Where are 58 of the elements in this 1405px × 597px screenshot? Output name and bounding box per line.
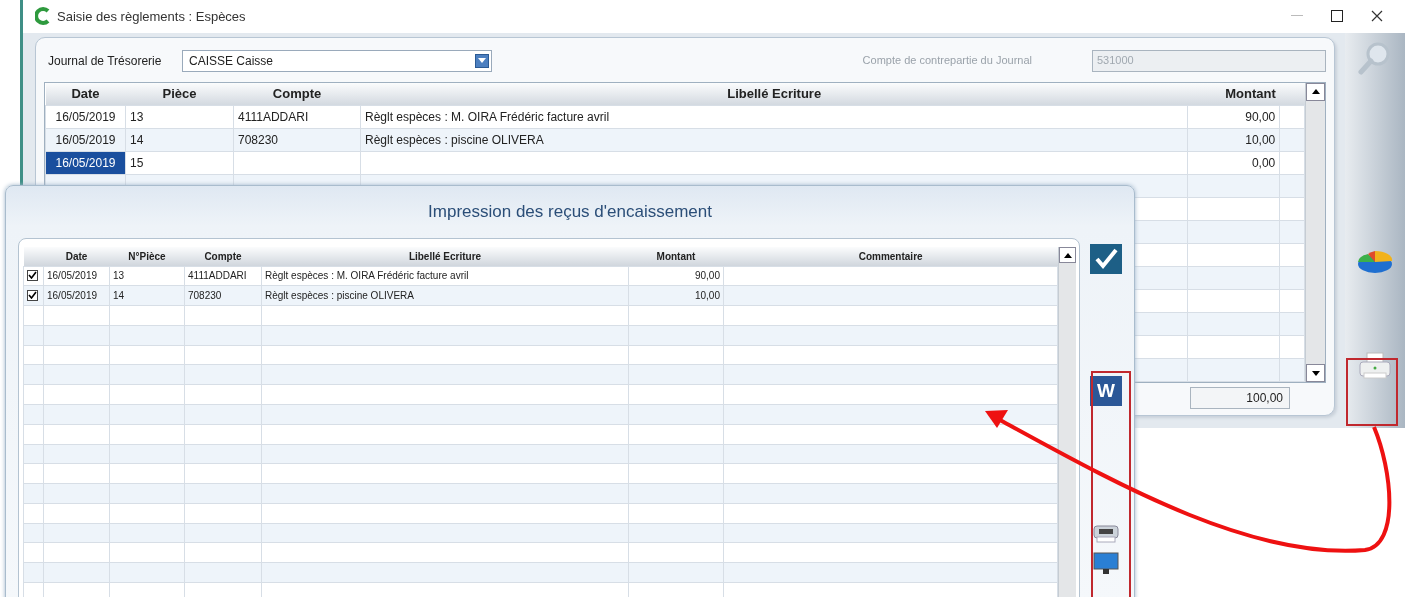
dialog-title: Impression des reçus d'encaissement xyxy=(428,201,712,224)
table-cell: 90,00 xyxy=(694,270,720,282)
column-header: Compte xyxy=(233,82,361,106)
table-cell: Règlt espèces : M. OIRA Frédéric facture avril xyxy=(365,110,610,124)
highlight-frame xyxy=(1346,358,1398,426)
table-cell: 14 xyxy=(130,133,144,147)
table-cell: 15 xyxy=(130,156,144,170)
checkmark-icon xyxy=(1090,244,1122,274)
close-icon[interactable] xyxy=(1371,10,1383,23)
column-header: N°Pièce xyxy=(109,247,185,266)
maximize-icon[interactable] xyxy=(1331,10,1343,23)
app-logo-icon xyxy=(35,7,51,26)
field-label: Journal de Trésorerie xyxy=(47,52,163,70)
scroll-up-icon[interactable] xyxy=(1063,252,1072,258)
column-header: Compte xyxy=(184,247,262,266)
column-header: Date xyxy=(43,247,110,266)
table-cell: Règlt espèces : M. OIRA Frédéric facture avril xyxy=(265,270,469,282)
confirm-button[interactable] xyxy=(1088,242,1124,276)
checkbox[interactable] xyxy=(27,269,38,281)
column-header: Montant xyxy=(628,247,724,266)
checkbox[interactable] xyxy=(27,289,38,301)
column-header: Date xyxy=(45,82,126,106)
total-field: 100,00 xyxy=(1190,387,1290,409)
table-cell: Règlt espèces : piscine OLIVERA xyxy=(365,133,544,147)
column-header: Commentaire xyxy=(723,247,1058,266)
screen-preview-button[interactable] xyxy=(1090,550,1122,576)
table-cell: 13 xyxy=(113,270,125,282)
column-header: Libellé Ecriture xyxy=(261,247,629,266)
pie-chart-icon xyxy=(1356,248,1394,275)
account-field: 531000 xyxy=(1092,49,1326,72)
column-header: Montant xyxy=(1187,82,1280,106)
table-cell: 708230 xyxy=(188,290,222,302)
table-cell: 90,00 xyxy=(1245,110,1276,124)
table-cell: 16/05/2019 xyxy=(47,290,98,302)
caret-icon xyxy=(478,58,486,63)
scrollbar[interactable] xyxy=(1305,82,1325,382)
word-export-button[interactable]: W xyxy=(1090,376,1122,406)
table-cell: 16/05/2019 xyxy=(47,270,98,282)
scroll-down-icon[interactable] xyxy=(1311,370,1320,376)
column-header: Libellé Ecriture xyxy=(360,82,1188,106)
scrollbar[interactable] xyxy=(1058,247,1076,597)
table-cell: 4111ADDARI xyxy=(188,270,247,282)
table-cell: 14 xyxy=(113,290,125,302)
table-cell: 4111ADDARI xyxy=(238,110,309,124)
table-cell: 13 xyxy=(130,110,144,124)
table-cell: 708230 xyxy=(238,133,279,147)
table-cell: 0,00 xyxy=(1251,156,1276,170)
column-header: Pièce xyxy=(125,82,234,106)
table-cell: 10,00 xyxy=(1245,133,1276,147)
table-cell[interactable]: 16/05/2019 xyxy=(46,152,125,174)
journal-dropdown[interactable]: CAISSE Caisse xyxy=(182,49,492,72)
printer-icon xyxy=(1358,350,1392,381)
scroll-up-icon[interactable] xyxy=(1311,89,1320,94)
table-cell: Règlt espèces : piscine OLIVERA xyxy=(265,290,414,302)
field-label: Compte de contrepartie du Journal xyxy=(862,53,1032,69)
monitor-icon xyxy=(1092,552,1120,574)
table-cell: 10,00 xyxy=(694,290,720,302)
window-title: Saisie des règlements : Espèces xyxy=(57,7,246,26)
